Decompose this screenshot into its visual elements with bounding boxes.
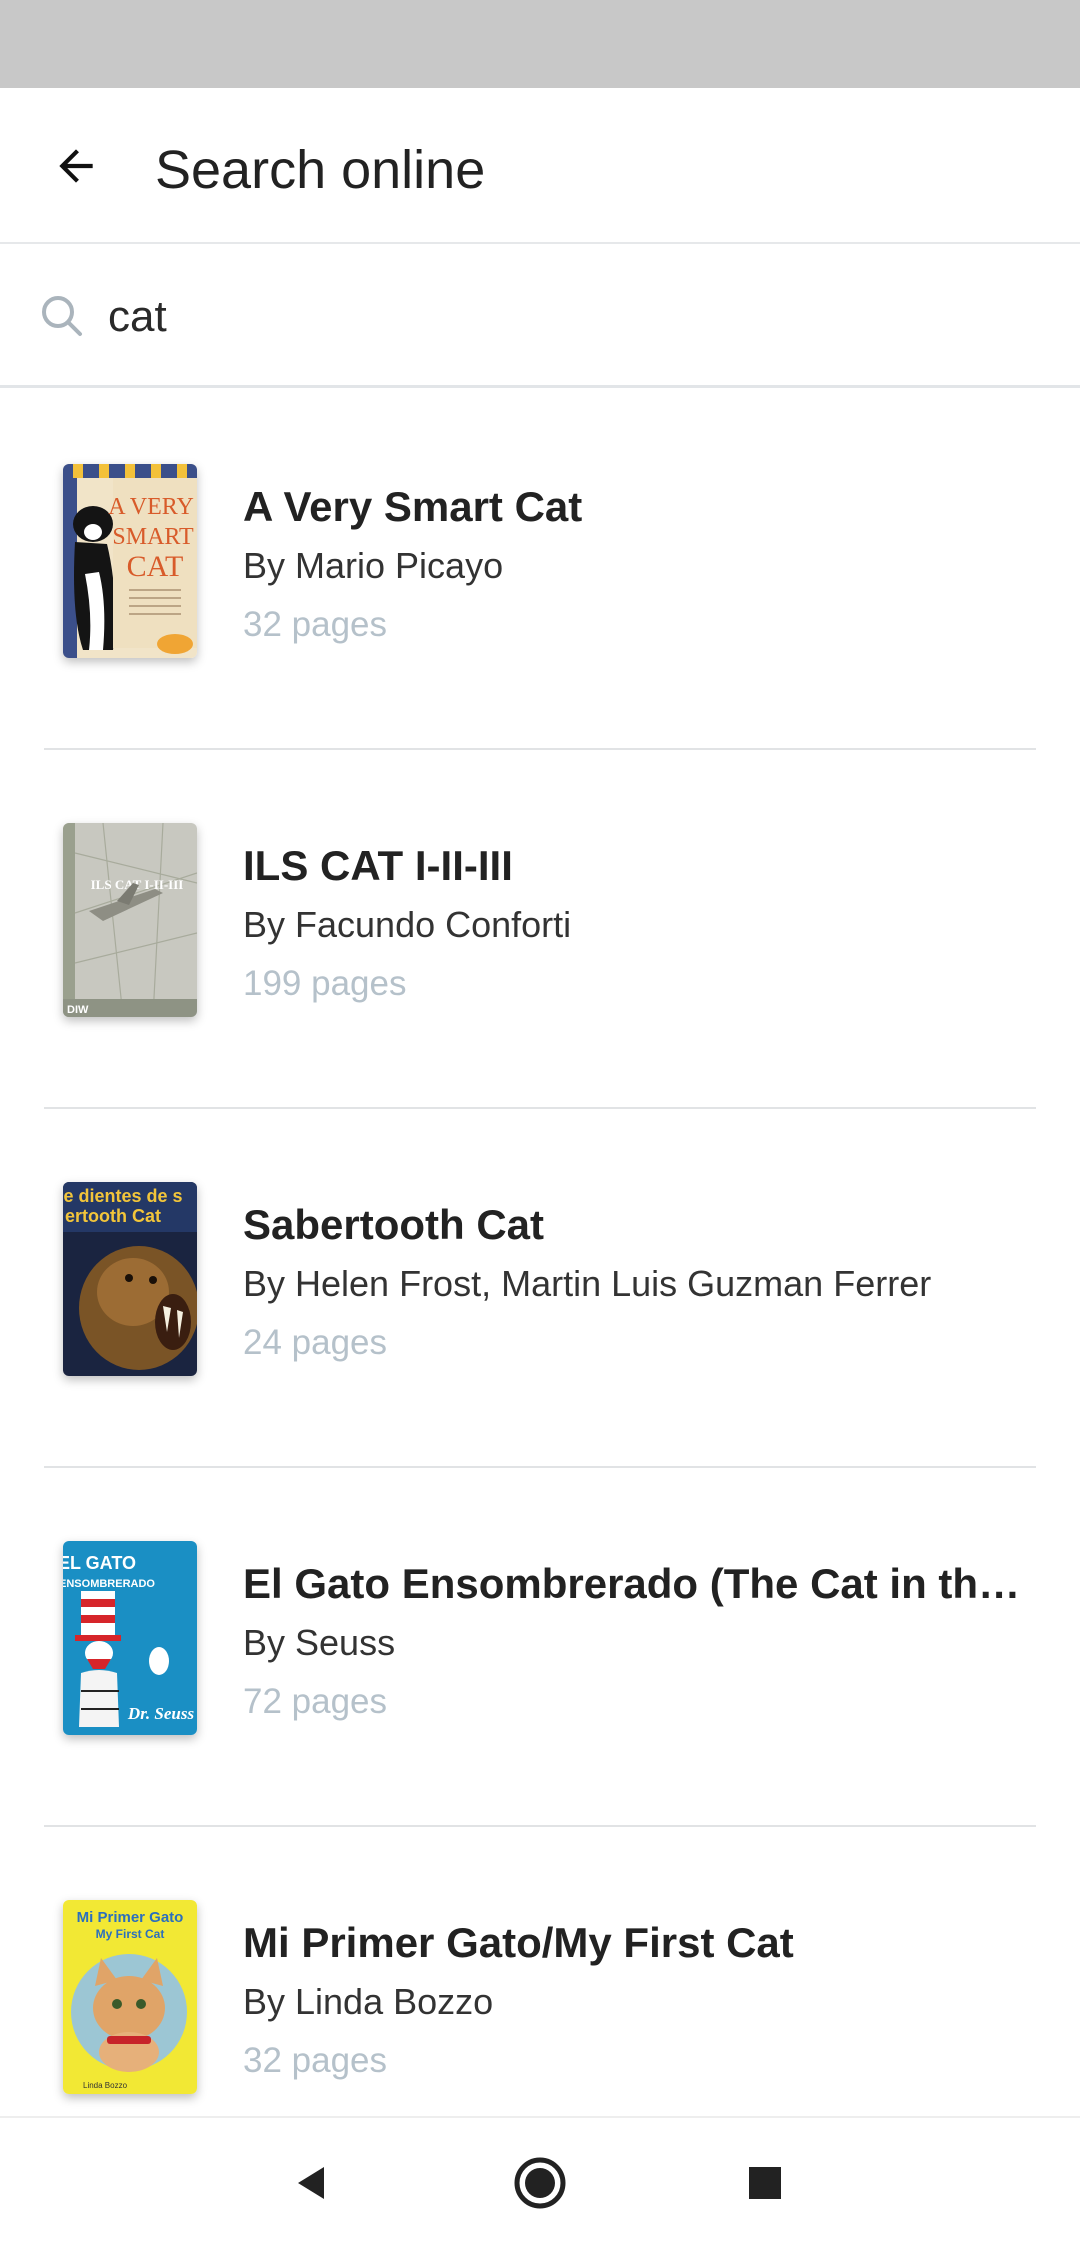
book-cover: EL GATO ENSOMBRERADO Dr. Seuss: [63, 1541, 197, 1735]
book-title: ILS CAT I-II-III: [243, 842, 513, 889]
book-pages: 199 pages: [243, 964, 407, 1003]
list-item[interactable]: e dientes de s ertooth Cat Sabertooth Ca…: [0, 1109, 1080, 1468]
svg-text:A VERY: A VERY: [108, 494, 194, 520]
book-cover: e dientes de s ertooth Cat: [63, 1182, 197, 1376]
app-bar: Search online: [0, 88, 1080, 244]
book-author: By Helen Frost, Martin Luis Guzman Ferre…: [243, 1263, 932, 1304]
book-cover: Mi Primer Gato My First Cat Linda Bozzo: [63, 1900, 197, 2094]
back-button[interactable]: [36, 126, 116, 206]
status-bar: [0, 0, 1080, 88]
book-author: By Linda Bozzo: [243, 1981, 494, 2022]
book-pages: 72 pages: [243, 1682, 388, 1721]
svg-text:Mi Primer Gato: Mi Primer Gato: [77, 1909, 184, 1926]
book-title: A Very Smart Cat: [243, 483, 583, 530]
svg-text:My First Cat: My First Cat: [96, 1927, 165, 1941]
search-icon: [42, 296, 82, 336]
svg-text:ertooth Cat: ertooth Cat: [65, 1206, 161, 1226]
book-author: By Mario Picayo: [243, 545, 504, 586]
square-recents-icon: [749, 2167, 781, 2199]
page-title: Search online: [155, 140, 486, 200]
svg-text:Dr. Seuss: Dr. Seuss: [127, 1704, 195, 1723]
list-item[interactable]: A VERY SMART CAT A Very Smart Cat By Mar…: [0, 391, 1080, 750]
book-author: By Seuss: [243, 1622, 396, 1663]
book-author: By Facundo Conforti: [243, 904, 572, 945]
book-pages: 24 pages: [243, 1323, 388, 1362]
book-cover: A VERY SMART CAT: [63, 464, 197, 658]
nav-recents-button[interactable]: [730, 2148, 800, 2218]
book-title: Mi Primer Gato/My First Cat: [243, 1919, 794, 1966]
results-list: A VERY SMART CAT A Very Smart Cat By Mar…: [0, 391, 1080, 2186]
list-item[interactable]: ILS CAT I-II-III DIW ILS CAT I-II-III By…: [0, 750, 1080, 1109]
list-item[interactable]: EL GATO ENSOMBRERADO Dr. Seuss El Gato E…: [0, 1468, 1080, 1827]
svg-text:SMART: SMART: [112, 524, 194, 550]
book-title: Sabertooth Cat: [243, 1201, 545, 1248]
book-title: El Gato Ensombrerado (The Cat in the Hat…: [243, 1560, 1033, 1607]
svg-text:ENSOMBRERADO: ENSOMBRERADO: [63, 1578, 155, 1590]
book-pages: 32 pages: [243, 2041, 388, 2080]
svg-text:CAT: CAT: [127, 550, 184, 583]
svg-text:DIW: DIW: [67, 1004, 89, 1016]
triangle-back-icon: [298, 2167, 324, 2199]
svg-text:EL GATO: EL GATO: [63, 1553, 136, 1573]
nav-back-button[interactable]: [277, 2148, 347, 2218]
book-pages: 32 pages: [243, 605, 388, 644]
svg-text:e dientes de s: e dientes de s: [63, 1186, 182, 1206]
system-nav-bar: [0, 2116, 1080, 2246]
svg-text:Linda Bozzo: Linda Bozzo: [83, 2081, 128, 2090]
book-cover: ILS CAT I-II-III DIW: [63, 823, 197, 1017]
arrow-left-icon: [59, 149, 93, 183]
search-bar: [0, 246, 1080, 388]
nav-home-button[interactable]: [505, 2148, 575, 2218]
search-input[interactable]: [108, 282, 1048, 352]
circle-home-icon: [514, 2157, 566, 2209]
